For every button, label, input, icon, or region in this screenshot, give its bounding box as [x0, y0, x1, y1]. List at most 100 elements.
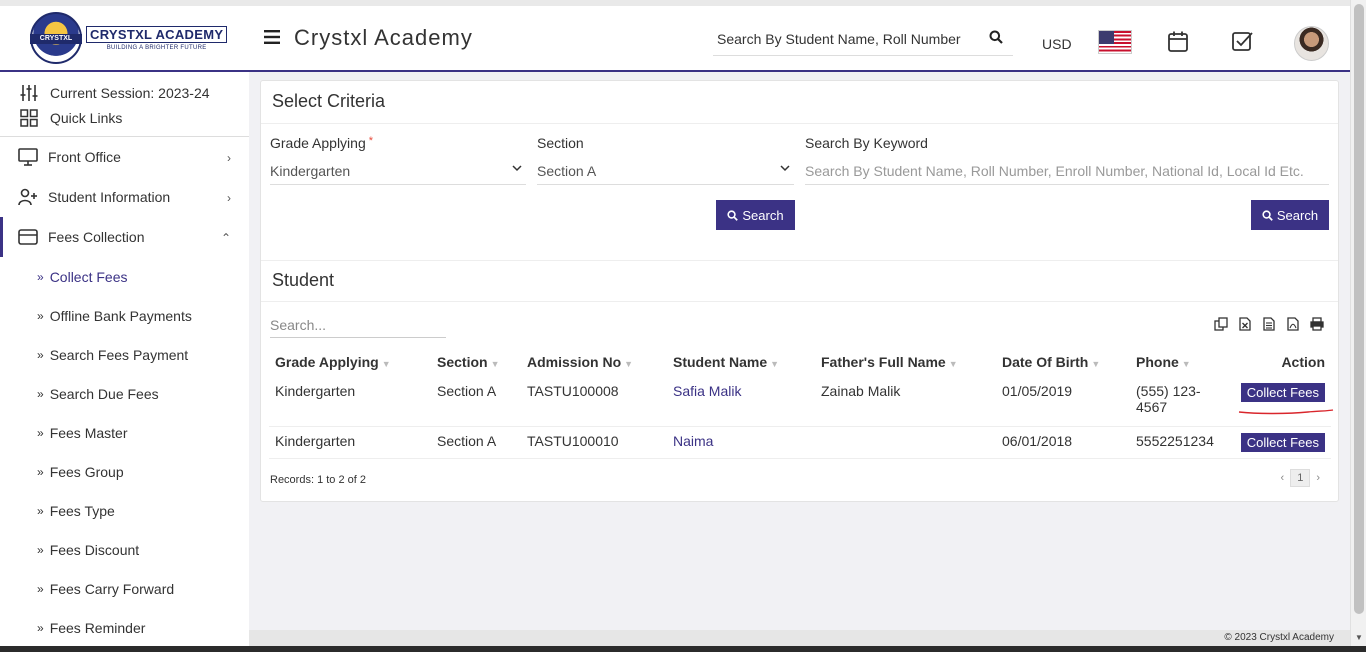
column-header-section[interactable]: Section ▼	[431, 347, 521, 377]
chevron-down-icon	[780, 165, 790, 172]
sidebar-subitem-search-fees-payment[interactable]: » Search Fees Payment	[0, 335, 249, 374]
collect-fees-button[interactable]: Collect Fees	[1240, 432, 1325, 452]
divider	[261, 301, 1338, 302]
column-header-student-name[interactable]: Student Name ▼	[667, 347, 815, 377]
cell-phone: (555) 123-4567	[1130, 377, 1228, 427]
sidebar-subitem-search-due-fees[interactable]: » Search Due Fees	[0, 374, 249, 413]
column-header-action: Action	[1281, 354, 1325, 370]
us-flag-icon[interactable]	[1098, 30, 1132, 54]
sidebar-subitem-fees-discount[interactable]: » Fees Discount	[0, 530, 249, 569]
grade-applying-label-text: Grade Applying	[270, 135, 366, 151]
column-header-father-name[interactable]: Father's Full Name ▼	[815, 347, 996, 377]
table-header-row: Grade Applying ▼ Section ▼ Admission No ▼ S…	[269, 347, 1331, 377]
keyword-search-input[interactable]	[805, 157, 1329, 185]
pagination-next[interactable]: ›	[1316, 472, 1320, 484]
cell-father-name	[815, 426, 996, 459]
logo-subtitle: BUILDING A BRIGHTER FUTURE	[106, 44, 207, 51]
double-chevron-icon: »	[37, 620, 44, 635]
logo-badge-icon: CRYSTXL	[30, 12, 82, 64]
double-chevron-icon: »	[37, 425, 44, 440]
student-name-link[interactable]: Safia Malik	[667, 377, 815, 427]
taskbar-strip	[0, 646, 1366, 652]
logo-badge-text: CRYSTXL	[30, 34, 82, 44]
sort-icon: ▼	[770, 359, 780, 369]
logo-title: CRYSTXL ACADEMY	[86, 25, 228, 43]
sidebar-top: Current Session: 2023-24 Quick Links	[0, 72, 249, 137]
subitem-label: Search Fees Payment	[49, 346, 189, 363]
double-chevron-icon: »	[37, 386, 44, 401]
chevron-right-icon: ›	[227, 191, 231, 205]
user-avatar[interactable]	[1294, 26, 1329, 61]
sidebar-subitem-fees-type[interactable]: » Fees Type	[0, 491, 249, 530]
pagination: ‹ 1 ›	[1281, 469, 1320, 487]
calendar-icon[interactable]	[1168, 31, 1188, 57]
header-search-input[interactable]	[713, 30, 971, 47]
chevron-right-icon: ›	[227, 151, 231, 165]
cell-section: Section A	[431, 377, 521, 427]
column-label: Father's Full Name	[821, 354, 946, 370]
sidebar-subitem-collect-fees[interactable]: » Collect Fees	[0, 257, 249, 296]
pagination-prev[interactable]: ‹	[1281, 472, 1285, 484]
monitor-icon	[18, 148, 38, 166]
grade-applying-label: Grade Applying *	[270, 135, 373, 151]
chevron-down-icon	[512, 165, 522, 172]
divider	[261, 123, 1338, 124]
current-session-label: Current Session: 2023-24	[50, 84, 210, 101]
column-header-phone[interactable]: Phone ▼	[1130, 347, 1228, 377]
subitem-label: Search Due Fees	[49, 385, 159, 402]
sidebar-item-label: Student Information	[48, 189, 171, 205]
subitem-label: Fees Carry Forward	[49, 580, 175, 597]
sort-icon: ▼	[490, 359, 500, 369]
search-by-keyword-button[interactable]: Search	[1251, 200, 1329, 230]
double-chevron-icon: »	[37, 503, 44, 518]
current-session[interactable]: Current Session: 2023-24	[20, 80, 249, 105]
column-header-grade[interactable]: Grade Applying ▼	[269, 347, 431, 377]
cell-father-name: Zainab Malik	[815, 377, 996, 427]
section-value: Section A	[537, 162, 597, 179]
double-chevron-icon: »	[37, 581, 44, 596]
page-scrollbar[interactable]: ▼	[1350, 0, 1366, 646]
column-header-dob[interactable]: Date Of Birth ▼	[996, 347, 1130, 377]
search-icon[interactable]	[989, 30, 1003, 49]
sidebar-item-front-office[interactable]: Front Office ›	[0, 137, 249, 177]
sort-icon: ▼	[624, 359, 634, 369]
currency-selector[interactable]: USD	[1042, 36, 1072, 52]
section-select[interactable]: Section A	[537, 157, 794, 185]
collect-fees-button[interactable]: Collect Fees	[1240, 383, 1325, 402]
chevron-up-icon: ⌃	[220, 231, 231, 245]
user-plus-icon	[18, 188, 37, 206]
grade-applying-select[interactable]: Kindergarten	[270, 157, 526, 185]
sidebar-subitem-fees-carry-forward[interactable]: » Fees Carry Forward	[0, 569, 249, 608]
scrollbar-thumb[interactable]	[1354, 4, 1364, 614]
student-name-link[interactable]: Naima	[667, 426, 815, 459]
subitem-label: Collect Fees	[49, 268, 128, 285]
table-search-input[interactable]	[270, 313, 446, 338]
table-row: Kindergarten Section A TASTU100010 Naima…	[269, 426, 1331, 459]
student-table: Grade Applying ▼ Section ▼ Admission No ▼ S…	[269, 347, 1331, 459]
search-button-label: Search	[1276, 207, 1319, 223]
excel-icon[interactable]	[1239, 317, 1251, 336]
copy-icon[interactable]	[1214, 317, 1228, 336]
search-by-class-button[interactable]: Search	[716, 200, 795, 230]
sidebar-subitem-fees-master[interactable]: » Fees Master	[0, 413, 249, 452]
subitem-label: Fees Group	[49, 463, 124, 480]
search-icon	[1262, 209, 1273, 221]
sidebar-item-fees-collection[interactable]: Fees Collection ⌃	[0, 217, 249, 257]
scroll-down-icon[interactable]: ▼	[1355, 633, 1363, 642]
sidebar-subitem-fees-group[interactable]: » Fees Group	[0, 452, 249, 491]
sidebar-subitem-offline-bank-payments[interactable]: » Offline Bank Payments	[0, 296, 249, 335]
school-logo[interactable]: CRYSTXL CRYSTXL ACADEMY BUILDING A BRIGH…	[0, 6, 250, 70]
column-header-admission-no[interactable]: Admission No ▼	[521, 347, 667, 377]
task-check-icon[interactable]	[1232, 31, 1253, 57]
quick-links[interactable]: Quick Links	[20, 105, 249, 130]
menu-icon[interactable]	[264, 27, 280, 50]
print-icon[interactable]	[1310, 317, 1324, 336]
sidebar-item-student-information[interactable]: Student Information ›	[0, 177, 249, 217]
divider	[261, 260, 1338, 261]
pdf-icon[interactable]	[1287, 317, 1299, 336]
cell-grade: Kindergarten	[269, 377, 431, 427]
pagination-page[interactable]: 1	[1290, 469, 1311, 487]
sidebar-subitem-fees-reminder[interactable]: » Fees Reminder	[0, 608, 249, 647]
double-chevron-icon: »	[37, 308, 44, 323]
csv-icon[interactable]	[1263, 317, 1275, 336]
